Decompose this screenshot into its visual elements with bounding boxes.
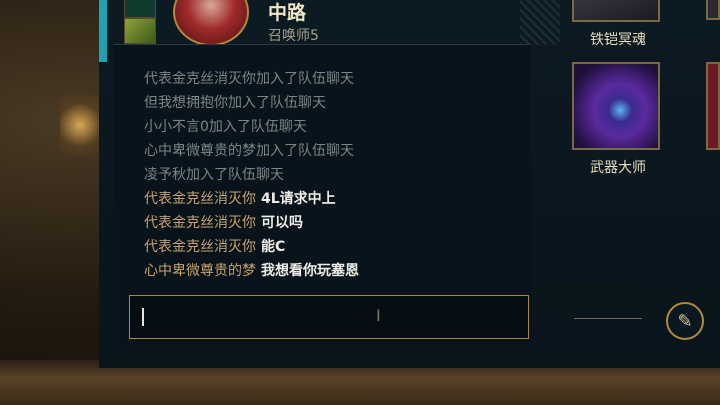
chat-player-name: 心中卑微尊贵的梦 [144, 263, 256, 279]
system-message: 小小不言0加入了队伍聊天 [144, 119, 307, 135]
chat-line: 但我想拥抱你加入了队伍聊天 [144, 91, 523, 115]
decorative-stripes [520, 0, 560, 45]
position-label: 中路 [268, 2, 307, 24]
chat-line: 凌予秋加入了队伍聊天 [144, 163, 523, 187]
ibeam-cursor-icon: I [376, 306, 381, 325]
champion-card-top[interactable] [572, 0, 660, 22]
system-message: 但我想拥抱你加入了队伍聊天 [144, 95, 326, 111]
chat-message-text: 能C [261, 239, 286, 255]
system-message: 代表金克丝消灭你加入了队伍聊天 [144, 71, 354, 87]
chat-line: 心中卑微尊贵的梦 我想看你玩塞恩 [144, 259, 523, 283]
champion-card-jax[interactable] [572, 62, 660, 150]
chat-line: 代表金克丝消灭你 能C [144, 235, 523, 259]
chat-message-text: 4L请求中上 [261, 191, 336, 207]
chat-player-name: 代表金克丝消灭你 [144, 239, 256, 255]
champion-card-edge[interactable] [706, 62, 720, 150]
chat-line: 小小不言0加入了队伍聊天 [144, 115, 523, 139]
champion-name: 铁铠冥魂 [590, 32, 646, 48]
edit-button[interactable]: ✎ [666, 302, 704, 340]
background-light [60, 95, 100, 155]
chat-log: 代表金克丝消灭你加入了队伍聊天 但我想拥抱你加入了队伍聊天 小小不言0加入了队伍聊天… [144, 67, 523, 283]
chat-message-text: 可以吗 [261, 215, 303, 231]
chat-line: 代表金克丝消灭你 可以吗 [144, 211, 523, 235]
system-message: 凌予秋加入了队伍聊天 [144, 167, 284, 183]
divider [574, 318, 642, 319]
system-message: 心中卑微尊贵的梦加入了队伍聊天 [144, 143, 354, 159]
pencil-icon: ✎ [677, 310, 693, 332]
chat-message-text: 我想看你玩塞恩 [261, 263, 359, 279]
champion-card-edge[interactable] [706, 0, 720, 20]
chat-player-name: 代表金克丝消灭你 [144, 191, 256, 207]
summoner-name: 召唤师5 [268, 28, 319, 44]
chat-line: 代表金克丝消灭你加入了队伍聊天 [144, 67, 523, 91]
player-slot-highlight [99, 0, 107, 62]
text-caret [142, 308, 144, 326]
chat-input[interactable]: I [129, 295, 529, 339]
summoner-spell-icon[interactable] [124, 0, 156, 18]
chat-line: 代表金克丝消灭你 4L请求中上 [144, 187, 523, 211]
chat-player-name: 代表金克丝消灭你 [144, 215, 256, 231]
chat-line: 心中卑微尊贵的梦加入了队伍聊天 [144, 139, 523, 163]
champion-name: 武器大师 [590, 160, 646, 176]
summoner-spell-icon[interactable] [124, 18, 156, 44]
